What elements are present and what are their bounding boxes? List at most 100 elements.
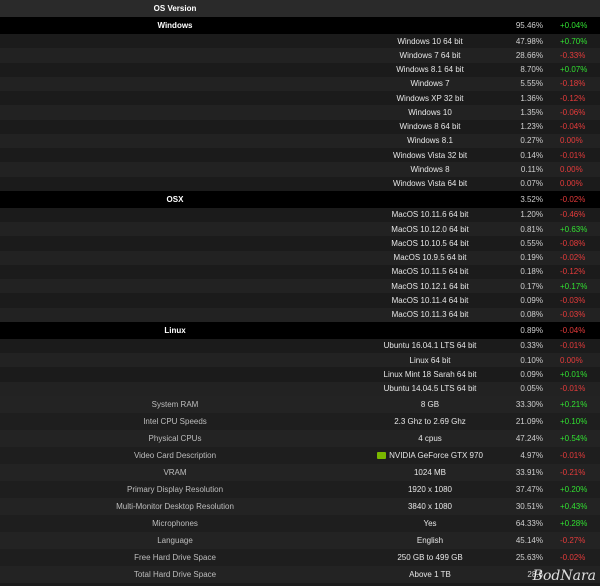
- summary-row[interactable]: Free Hard Drive Space 250 GB to 499 GB 25.…: [0, 548, 600, 566]
- os-row: Linux 64 bit 0.10% 0.00%: [0, 353, 600, 368]
- os-change: -0.12%: [560, 267, 586, 277]
- os-pct: 0.05%: [520, 384, 543, 394]
- summary-row[interactable]: VRAM 1024 MB 33.91% -0.21%: [0, 463, 600, 481]
- os-pct: 0.10%: [520, 355, 543, 365]
- metric-value: Above 1 TB: [409, 569, 451, 579]
- os-change: 0.00%: [560, 164, 583, 174]
- summary-row[interactable]: Multi-Monitor Desktop Resolution 3840 x 1…: [0, 497, 600, 515]
- metric-change: -0.27%: [560, 535, 586, 545]
- metric-name: Intel CPU Speeds: [143, 416, 207, 426]
- summary-row[interactable]: System RAM 8 GB 33.30% +0.21%: [0, 395, 600, 413]
- section-name: Linux: [164, 325, 186, 335]
- os-change: -0.08%: [560, 238, 586, 248]
- os-change: +0.01%: [560, 369, 588, 379]
- os-change: -0.33%: [560, 50, 586, 60]
- section-change: -0.02%: [560, 194, 586, 204]
- metric-value: NVIDIA GeForce GTX 970: [389, 450, 483, 460]
- metric-name: Physical CPUs: [148, 433, 202, 443]
- os-name: Windows 8 64 bit: [399, 122, 461, 132]
- os-pct: 0.27%: [520, 136, 543, 146]
- metric-change: -0.21%: [560, 467, 586, 477]
- section-pct: 3.52%: [520, 194, 543, 204]
- metric-name: Total Hard Drive Space: [133, 569, 217, 579]
- summary-row[interactable]: Video Card Description NVIDIA GeForce GTX…: [0, 446, 600, 464]
- summary-row[interactable]: Primary Display Resolution 1920 x 1080 37.…: [0, 480, 600, 498]
- metric-change: +0.20%: [560, 484, 588, 494]
- metric-value-cell: 1024 MB: [350, 468, 510, 477]
- metric-value-cell: 8 GB: [350, 400, 510, 409]
- os-change: -0.06%: [560, 107, 586, 117]
- os-row: Linux Mint 18 Sarah 64 bit 0.09% +0.01%: [0, 367, 600, 381]
- metric-name: Multi-Monitor Desktop Resolution: [116, 501, 234, 511]
- metric-value: English: [416, 535, 444, 545]
- metric-name: Free Hard Drive Space: [134, 552, 216, 562]
- watermark-logo: BodNara: [532, 568, 596, 584]
- os-change: +0.17%: [560, 281, 588, 291]
- metric-value-cell: NVIDIA GeForce GTX 970: [350, 451, 510, 460]
- metric-pct: 64.33%: [515, 518, 543, 528]
- metric-value: 1920 x 1080: [407, 484, 453, 494]
- os-name: MacOS 10.11.4 64 bit: [391, 295, 469, 305]
- section-row-osx[interactable]: OSX 3.52% -0.02%: [0, 190, 600, 208]
- os-pct: 0.14%: [520, 150, 543, 160]
- os-change: 0.00%: [560, 136, 583, 146]
- metric-change: -0.01%: [560, 450, 586, 460]
- metric-name: VRAM: [163, 467, 187, 477]
- section-name: OSX: [166, 194, 184, 204]
- os-name: MacOS 10.11.5 64 bit: [391, 267, 469, 277]
- metric-change: -0.02%: [560, 552, 586, 562]
- section-change: -0.04%: [560, 325, 586, 335]
- os-change: +0.07%: [560, 65, 588, 75]
- os-pct: 1.23%: [520, 122, 543, 132]
- metric-pct: 45.14%: [515, 535, 543, 545]
- os-pct: 0.18%: [520, 267, 543, 277]
- os-row: Windows 10 1.35% -0.06%: [0, 105, 600, 120]
- metric-pct: 33.30%: [515, 399, 543, 409]
- os-pct: 28.66%: [515, 50, 543, 60]
- section-pct: 95.46%: [515, 21, 543, 30]
- section-row-linux[interactable]: Linux 0.89% -0.04%: [0, 321, 600, 339]
- os-row: Windows 7 5.55% -0.18%: [0, 76, 600, 91]
- os-row: Windows 8 0.11% 0.00%: [0, 162, 600, 177]
- os-name: Ubuntu 16.04.1 LTS 64 bit: [383, 341, 477, 351]
- os-pct: 1.20%: [520, 210, 543, 220]
- os-pct: 0.09%: [520, 369, 543, 379]
- metric-value: Yes: [423, 518, 437, 528]
- section-row-windows[interactable]: Windows 95.46% +0.04%: [0, 17, 600, 34]
- os-change: -0.46%: [560, 210, 586, 220]
- os-change: -0.12%: [560, 93, 586, 103]
- metric-change: +0.21%: [560, 399, 588, 409]
- os-name: Windows 10: [408, 107, 452, 117]
- metric-name: Microphones: [152, 518, 198, 528]
- os-pct: 47.98%: [515, 36, 543, 46]
- summary-row[interactable]: Intel CPU Speeds 2.3 Ghz to 2.69 Ghz 21.09…: [0, 412, 600, 430]
- summary-row[interactable]: Microphones Yes 64.33% +0.28%: [0, 514, 600, 532]
- os-row: Windows 8.1 0.27% 0.00%: [0, 133, 600, 148]
- metric-value-cell: Yes: [350, 519, 510, 528]
- summary-row[interactable]: Physical CPUs 4 cpus 47.24% +0.54%: [0, 429, 600, 447]
- os-change: -0.01%: [560, 341, 586, 351]
- metric-value: 8 GB: [420, 399, 440, 409]
- os-pct: 5.55%: [520, 79, 543, 89]
- os-row: MacOS 10.11.6 64 bit 1.20% -0.46%: [0, 208, 600, 222]
- metric-value-cell: 1920 x 1080: [350, 485, 510, 494]
- section-change: +0.04%: [560, 21, 588, 30]
- os-row: Windows 7 64 bit 28.66% -0.33%: [0, 48, 600, 63]
- metric-name: Video Card Description: [133, 450, 217, 460]
- summary-row[interactable]: Total Hard Drive Space Above 1 TB 28.6: [0, 565, 600, 583]
- os-row: MacOS 10.11.4 64 bit 0.09% -0.03%: [0, 293, 600, 307]
- metric-value: 250 GB to 499 GB: [397, 552, 463, 562]
- os-row: Ubuntu 14.04.5 LTS 64 bit 0.05% -0.01%: [0, 381, 600, 396]
- metric-value-cell: 3840 x 1080: [350, 502, 510, 511]
- os-name: Linux 64 bit: [409, 355, 451, 365]
- os-name: MacOS 10.9.5 64 bit: [393, 253, 467, 263]
- os-name: Linux Mint 18 Sarah 64 bit: [383, 369, 477, 379]
- os-name: Ubuntu 14.04.5 LTS 64 bit: [383, 384, 477, 394]
- os-change: -0.03%: [560, 295, 586, 305]
- metric-value-cell: 4 cpus: [350, 434, 510, 443]
- metric-pct: 33.91%: [515, 467, 543, 477]
- hardware-survey-table: OS Version Windows 95.46% +0.04% Windows 10…: [0, 0, 600, 583]
- metric-pct: 37.47%: [515, 484, 543, 494]
- os-pct: 0.33%: [520, 341, 543, 351]
- summary-row[interactable]: Language English 45.14% -0.27%: [0, 531, 600, 549]
